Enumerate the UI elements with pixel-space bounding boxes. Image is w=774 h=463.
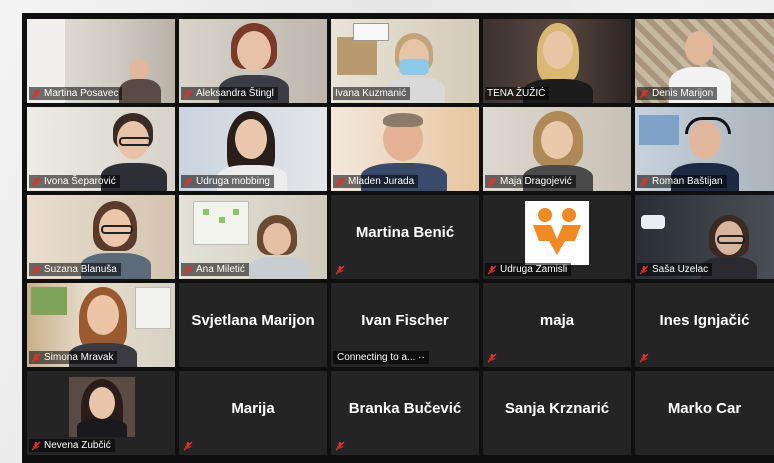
mic-muted-icon <box>639 265 649 274</box>
participant-name: Mladen Jurada <box>348 176 415 187</box>
mic-muted-icon <box>183 177 193 186</box>
participant-tile[interactable]: Martina Posavec <box>27 19 175 103</box>
participant-tile-video-off[interactable]: Martina Benić <box>331 195 479 279</box>
mic-muted-icon <box>335 177 345 186</box>
mic-muted-icon <box>639 89 649 98</box>
participant-name: Martina Posavec <box>44 88 119 99</box>
mic-muted-icon <box>335 441 345 451</box>
participant-display-name: maja <box>539 311 575 329</box>
participant-display-name: Sanja Krznarić <box>504 399 610 417</box>
participant-tile-video-off[interactable]: Ivan Fischer Connecting to a... ·· <box>331 283 479 367</box>
participant-tile[interactable]: Ivona Šeparović <box>27 107 175 191</box>
participant-name: Udruga Zamisli <box>500 264 568 275</box>
participant-name-label: Udruga Zamisli <box>485 263 572 276</box>
participant-name: Ivona Šeparović <box>44 176 116 187</box>
participant-display-name: Ines Ignjačić <box>659 311 750 329</box>
mic-muted-icon <box>335 265 345 275</box>
participant-name: Suzana Blanuša <box>44 264 117 275</box>
participant-display-name: Ivan Fischer <box>361 311 449 329</box>
participant-display-name: Martina Benić <box>355 223 455 241</box>
mic-muted-icon <box>183 265 193 274</box>
participant-name-label: Udruga mobbing <box>181 175 274 188</box>
mic-muted-icon <box>31 177 41 186</box>
participant-name-label: Maja Dragojević <box>485 175 576 188</box>
participant-name: Roman Baštijan <box>652 176 723 187</box>
participant-name-label: TENA ŽUŽIĆ <box>485 87 550 100</box>
participant-tile-video-off[interactable]: Ines Ignjačić <box>635 283 774 367</box>
participant-tile-active-speaker[interactable]: Ivana Kuzmanić <box>331 19 479 103</box>
participant-video <box>69 377 135 437</box>
mic-muted-icon <box>31 265 41 274</box>
participant-name: Nevena Zubčić <box>44 440 111 451</box>
participant-name: Simona Mravak <box>44 352 114 363</box>
mic-muted-icon <box>487 353 497 363</box>
participant-tile[interactable]: Ana Miletić <box>179 195 327 279</box>
participant-name-label: Ivana Kuzmanić <box>333 87 411 100</box>
mic-muted-icon <box>639 177 649 186</box>
participant-tile[interactable]: Suzana Blanuša <box>27 195 175 279</box>
participant-name-label: Aleksandra Štingl <box>181 87 278 100</box>
participant-tile-video-off[interactable]: Branka Bučević <box>331 371 479 455</box>
participant-name: Ana Miletić <box>196 264 245 275</box>
participant-tile[interactable]: Nevena Zubčić <box>27 371 175 455</box>
participant-name-label: Ivona Šeparović <box>29 175 120 188</box>
mic-muted-icon <box>487 265 497 274</box>
participant-tile-video-off[interactable]: Svjetlana Marijon <box>179 283 327 367</box>
connecting-audio-status: Connecting to a... ·· <box>333 351 429 364</box>
mic-muted-icon <box>31 353 41 362</box>
participant-name-label: Suzana Blanuša <box>29 263 121 276</box>
participant-name-label: Simona Mravak <box>29 351 118 364</box>
participant-name-label: Mladen Jurada <box>333 175 419 188</box>
participant-tile[interactable]: Simona Mravak <box>27 283 175 367</box>
participant-tile[interactable]: Udruga Zamisli <box>483 195 631 279</box>
udruga-zamisli-logo <box>525 201 589 265</box>
participant-display-name: Svjetlana Marijon <box>191 311 315 329</box>
participant-name: Udruga mobbing <box>196 176 270 187</box>
mic-muted-icon <box>183 441 193 451</box>
participant-display-name: Marko Car <box>667 399 742 417</box>
mic-muted-icon <box>31 441 41 450</box>
participant-name-label: Nevena Zubčić <box>29 439 115 452</box>
participant-name: TENA ŽUŽIĆ <box>487 88 546 99</box>
participant-tile[interactable]: Aleksandra Štingl <box>179 19 327 103</box>
participant-name: Aleksandra Štingl <box>196 88 274 99</box>
participant-tile[interactable]: Saša Uzelac <box>635 195 774 279</box>
participant-name: Ivana Kuzmanić <box>335 88 407 99</box>
participant-tile-video-off[interactable]: Marija <box>179 371 327 455</box>
participant-name-label: Ana Miletić <box>181 263 249 276</box>
participant-display-name: Marija <box>231 399 275 417</box>
participant-tile-video-off[interactable]: Marko Car <box>635 371 774 455</box>
participant-name-label: Martina Posavec <box>29 87 123 100</box>
participant-tile-video-off[interactable]: maja <box>483 283 631 367</box>
participant-name: Denis Marijon <box>652 88 714 99</box>
participant-name: Saša Uzelac <box>652 264 709 275</box>
participant-tile-video-off[interactable]: Sanja Krznarić <box>483 371 631 455</box>
participant-tile[interactable]: Denis Marijon <box>635 19 774 103</box>
mic-muted-icon <box>487 177 497 186</box>
participant-name-label: Denis Marijon <box>637 87 718 100</box>
participant-name-label: Roman Baštijan <box>637 175 727 188</box>
participant-name-label: Saša Uzelac <box>637 263 713 276</box>
participant-tile[interactable]: Roman Baštijan <box>635 107 774 191</box>
mic-muted-icon <box>639 353 649 363</box>
participant-tile[interactable]: Mladen Jurada <box>331 107 479 191</box>
mic-muted-icon <box>183 89 193 98</box>
participant-tile[interactable]: Maja Dragojević <box>483 107 631 191</box>
participant-display-name: Branka Bučević <box>348 399 462 417</box>
mic-muted-icon <box>31 89 41 98</box>
participant-tile[interactable]: TENA ŽUŽIĆ <box>483 19 631 103</box>
participant-tile[interactable]: Udruga mobbing <box>179 107 327 191</box>
zamisli-logo-icon <box>533 208 581 255</box>
participant-name: Maja Dragojević <box>500 176 572 187</box>
video-gallery: Martina Posavec Aleksandra Štingl Ivana … <box>22 13 774 463</box>
